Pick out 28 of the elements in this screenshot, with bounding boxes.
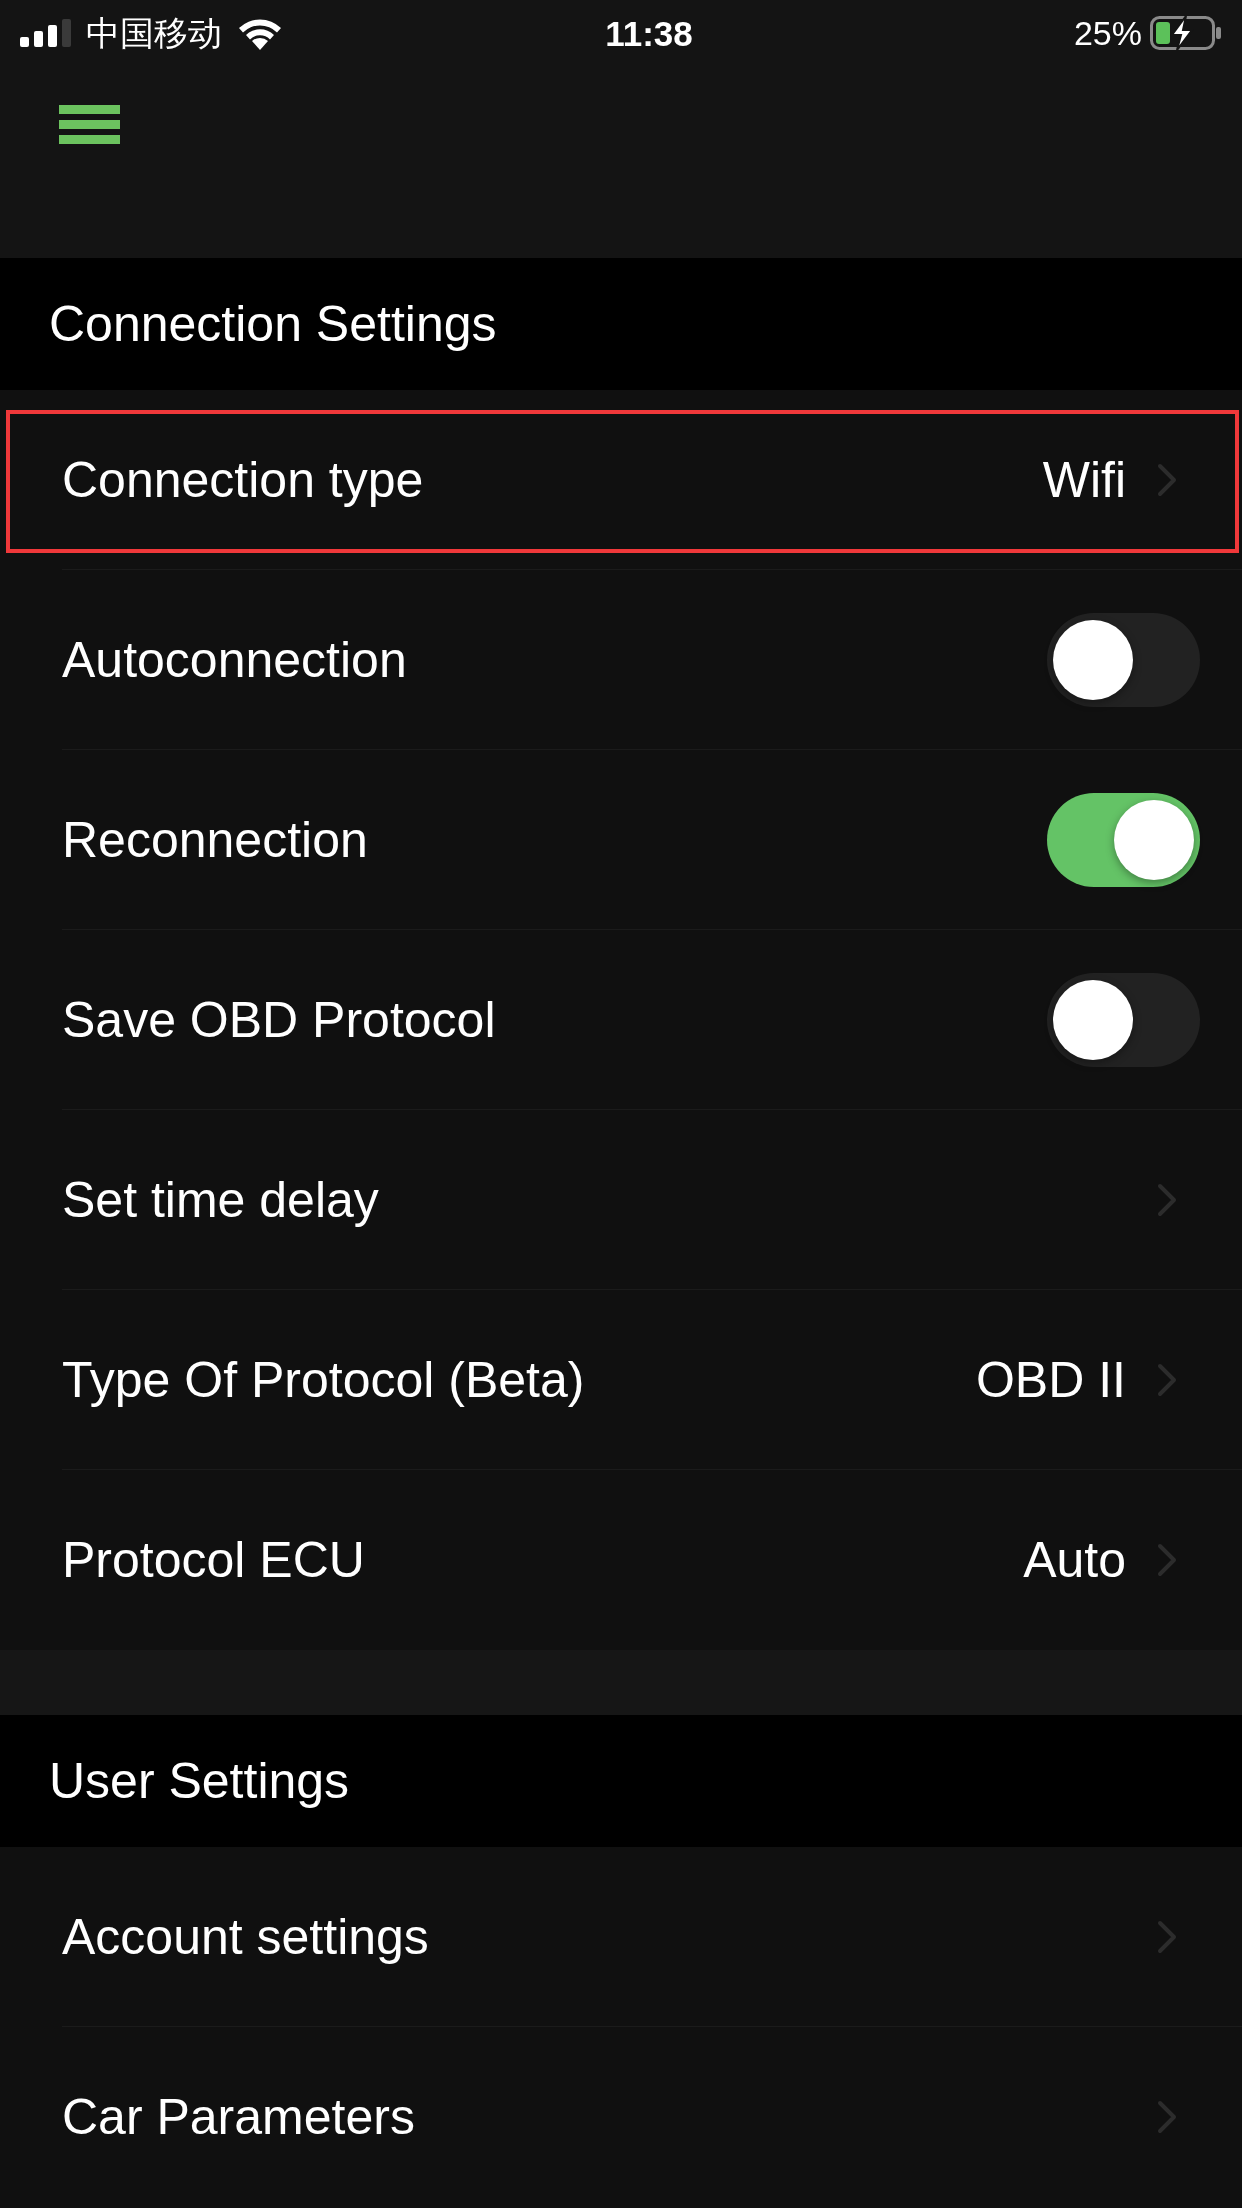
chevron-right-icon bbox=[1157, 1919, 1177, 1954]
wifi-icon bbox=[236, 16, 284, 50]
row-label: Protocol ECU bbox=[62, 1535, 365, 1585]
row-label: Car Parameters bbox=[62, 2092, 415, 2142]
row-label: Save OBD Protocol bbox=[62, 994, 496, 1045]
status-time: 11:38 bbox=[605, 15, 693, 51]
row-label: Set time delay bbox=[62, 1174, 379, 1225]
section-header: User Settings bbox=[0, 1715, 1242, 1847]
section-header: Connection Settings bbox=[0, 258, 1242, 390]
signal-icon bbox=[20, 19, 72, 47]
battery-charging-icon bbox=[1150, 16, 1222, 50]
battery-percent: 25% bbox=[1073, 16, 1142, 50]
menu-button[interactable] bbox=[59, 105, 120, 145]
chevron-right-icon bbox=[1157, 2100, 1177, 2134]
chevron-right-icon bbox=[1157, 462, 1177, 497]
row-label: Reconnection bbox=[62, 814, 368, 865]
row-label: Type Of Protocol (Beta) bbox=[62, 1354, 585, 1405]
chevron-right-icon bbox=[1157, 1182, 1177, 1217]
chevron-right-icon bbox=[1157, 1362, 1177, 1397]
row-value: Wifi bbox=[1042, 454, 1126, 505]
row-value: OBD II bbox=[975, 1354, 1126, 1405]
row-label: Account settings bbox=[62, 1911, 429, 1962]
row-value: Auto bbox=[1023, 1535, 1126, 1585]
chevron-right-icon bbox=[1157, 1543, 1177, 1577]
menu-icon bbox=[59, 105, 120, 145]
carrier-name: 中国移动 bbox=[86, 16, 222, 50]
row-label: Connection type bbox=[62, 454, 424, 505]
row-label: Autoconnection bbox=[62, 634, 407, 685]
